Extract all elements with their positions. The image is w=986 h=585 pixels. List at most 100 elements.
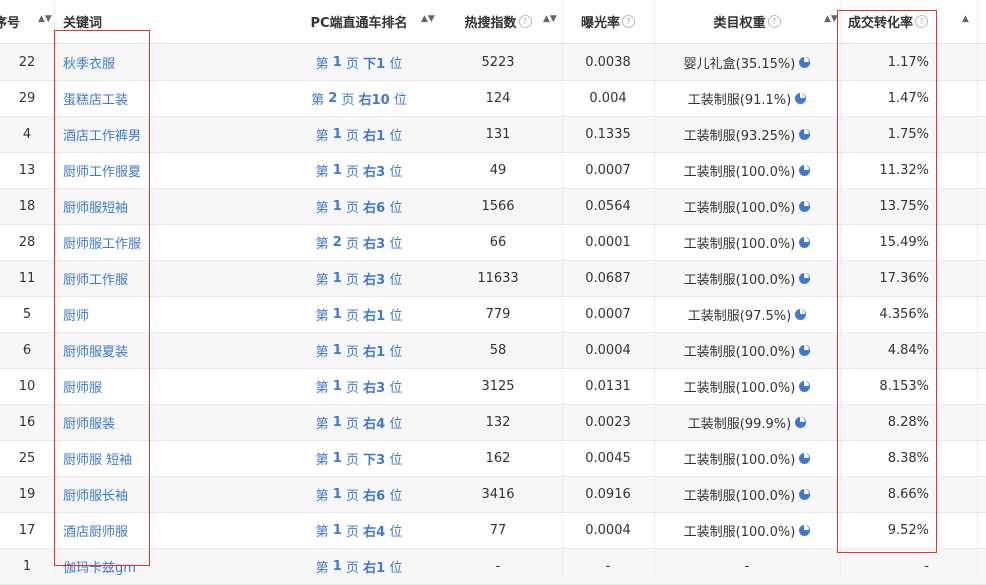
- row-hot: 3416: [434, 477, 562, 512]
- hot-value: 1566: [481, 199, 515, 214]
- pie-chart-icon[interactable]: [799, 129, 811, 140]
- pie-chart-icon[interactable]: [799, 381, 811, 392]
- help-icon[interactable]: ?: [518, 15, 532, 28]
- hot-value: 49: [489, 163, 507, 178]
- pie-chart-icon[interactable]: [795, 93, 807, 104]
- sort-icon[interactable]: ▲▼: [824, 14, 838, 24]
- pie-chart-icon[interactable]: [799, 57, 811, 68]
- row-keyword[interactable]: 厨师服装: [54, 405, 284, 440]
- row-keyword[interactable]: 厨师服短袖: [54, 189, 284, 224]
- rank-page-number: 1: [332, 307, 342, 322]
- pie-chart-icon[interactable]: [799, 201, 811, 212]
- rank-page-prefix: 第: [315, 417, 329, 432]
- sort-icon[interactable]: ▲: [962, 14, 969, 24]
- row-exposure: 0.0038: [562, 45, 654, 80]
- row-exposure: 0.0007: [562, 297, 654, 332]
- row-keyword[interactable]: 厨师服夏装: [54, 333, 284, 368]
- keyword-link[interactable]: 厨师服长袖: [63, 485, 128, 504]
- keyword-link[interactable]: 酒店工作裤男: [63, 125, 141, 144]
- rank-page-suffix: 页: [345, 561, 359, 576]
- rank-page-suffix: 页: [345, 525, 359, 540]
- cvr-value: 1.75%: [887, 127, 929, 142]
- row-category: 工装制服(97.5%): [654, 297, 840, 332]
- keyword-link[interactable]: 厨师服夏装: [63, 341, 128, 360]
- row-keyword[interactable]: 厨师服工作服: [54, 225, 284, 260]
- keyword-link[interactable]: 秋季衣服: [63, 53, 115, 72]
- exposure-value: 0.0045: [585, 451, 631, 466]
- header-keyword[interactable]: 关键词: [54, 0, 284, 43]
- rank-page-suffix: 页: [341, 93, 355, 108]
- row-keyword[interactable]: 酒店工作裤男: [54, 117, 284, 152]
- pie-chart-icon[interactable]: [795, 309, 807, 320]
- keyword-link[interactable]: 厨师工作服夏: [63, 161, 141, 180]
- pie-chart-icon[interactable]: [799, 525, 811, 536]
- keyword-link[interactable]: 厨师服装: [63, 413, 115, 432]
- header-rank[interactable]: PC端直通车排名: [284, 0, 434, 43]
- rank-page-suffix: 页: [345, 309, 359, 324]
- keyword-link[interactable]: 厨师服: [63, 377, 102, 396]
- pie-chart-icon[interactable]: [799, 165, 811, 176]
- keyword-link[interactable]: 厨师服短袖: [63, 197, 128, 216]
- row-rank: 第 1 页 下1 位: [284, 45, 434, 80]
- cvr-value: 1.47%: [887, 91, 929, 106]
- pie-chart-icon[interactable]: [799, 453, 811, 464]
- row-hot: 162: [434, 441, 562, 476]
- rank-page-number: 1: [332, 379, 342, 394]
- keyword-link[interactable]: 厨师工作服: [63, 269, 128, 288]
- exposure-value: 0.0023: [585, 415, 631, 430]
- keyword-link[interactable]: 厨师服 短袖: [63, 449, 132, 468]
- row-category: 工装制服(93.25%): [654, 117, 840, 152]
- pie-chart-icon[interactable]: [795, 417, 807, 428]
- rank-unit: 位: [389, 309, 403, 324]
- hot-value: 5223: [481, 55, 515, 70]
- row-keyword[interactable]: 秋季衣服: [54, 45, 284, 80]
- keyword-link[interactable]: 伽玛卡兹gm: [63, 557, 136, 576]
- row-keyword[interactable]: 伽玛卡兹gm: [54, 549, 284, 584]
- row-keyword[interactable]: 厨师服 短袖: [54, 441, 284, 476]
- table-row: 28 厨师服工作服 第 2 页 右3 位 66 0.0001 工装制服(100.0%) 15…: [0, 225, 986, 261]
- header-exposure[interactable]: 曝光率 ?: [562, 0, 654, 43]
- row-cvr: 8.153%: [840, 369, 935, 404]
- help-icon[interactable]: ?: [767, 15, 781, 28]
- sort-icon[interactable]: ▲▼: [543, 14, 557, 24]
- row-keyword[interactable]: 酒店厨师服: [54, 513, 284, 548]
- row-no: 4: [0, 117, 54, 152]
- pie-chart-icon[interactable]: [799, 237, 811, 248]
- row-category: 工装制服(100.0%): [654, 225, 840, 260]
- header-cvr-label: 成交转化率: [848, 16, 914, 31]
- exposure-value: 0.0131: [585, 379, 631, 394]
- rank-page-suffix: 页: [345, 165, 359, 180]
- row-keyword[interactable]: 厨师工作服夏: [54, 153, 284, 188]
- pie-chart-icon[interactable]: [799, 345, 811, 356]
- row-no: 28: [0, 225, 54, 260]
- header-category[interactable]: 类目权重 ?: [654, 0, 840, 43]
- keyword-link[interactable]: 厨师服工作服: [63, 233, 141, 252]
- row-keyword[interactable]: 蛋糕店工装: [54, 81, 284, 116]
- rank-page-prefix: 第: [315, 309, 329, 324]
- table-row: 22 秋季衣服 第 1 页 下1 位 5223 0.0038 婴儿礼盒(35.15%) 1.…: [0, 45, 986, 81]
- row-no-text: 22: [18, 55, 36, 70]
- rank-unit: 位: [389, 453, 403, 468]
- table-row: 11 厨师工作服 第 1 页 右3 位 11633 0.0687 工装制服(100.0%)…: [0, 261, 986, 297]
- rank-position: 右4: [363, 417, 386, 432]
- row-keyword[interactable]: 厨师工作服: [54, 261, 284, 296]
- row-keyword[interactable]: 厨师: [54, 297, 284, 332]
- sort-icon[interactable]: ▲▼: [421, 14, 435, 24]
- help-icon[interactable]: ?: [915, 15, 929, 28]
- help-icon[interactable]: ?: [622, 15, 635, 28]
- pie-chart-icon[interactable]: [799, 273, 811, 284]
- header-cvr[interactable]: 成交转化率 ?: [840, 0, 935, 43]
- keyword-link[interactable]: 厨师: [63, 305, 89, 324]
- sort-icon[interactable]: ▲▼: [38, 14, 52, 24]
- row-cvr: 11.32%: [840, 153, 935, 188]
- rank-page-prefix: 第: [315, 381, 329, 396]
- rank-page-suffix: 页: [345, 381, 359, 396]
- keyword-link[interactable]: 酒店厨师服: [63, 521, 128, 540]
- row-keyword[interactable]: 厨师服: [54, 369, 284, 404]
- rank-page-prefix: 第: [315, 345, 329, 360]
- keyword-link[interactable]: 蛋糕店工装: [63, 89, 128, 108]
- row-keyword[interactable]: 厨师服长袖: [54, 477, 284, 512]
- pie-chart-icon[interactable]: [799, 489, 811, 500]
- header-category-label: 类目权重: [713, 16, 766, 31]
- row-no: 17: [0, 513, 54, 548]
